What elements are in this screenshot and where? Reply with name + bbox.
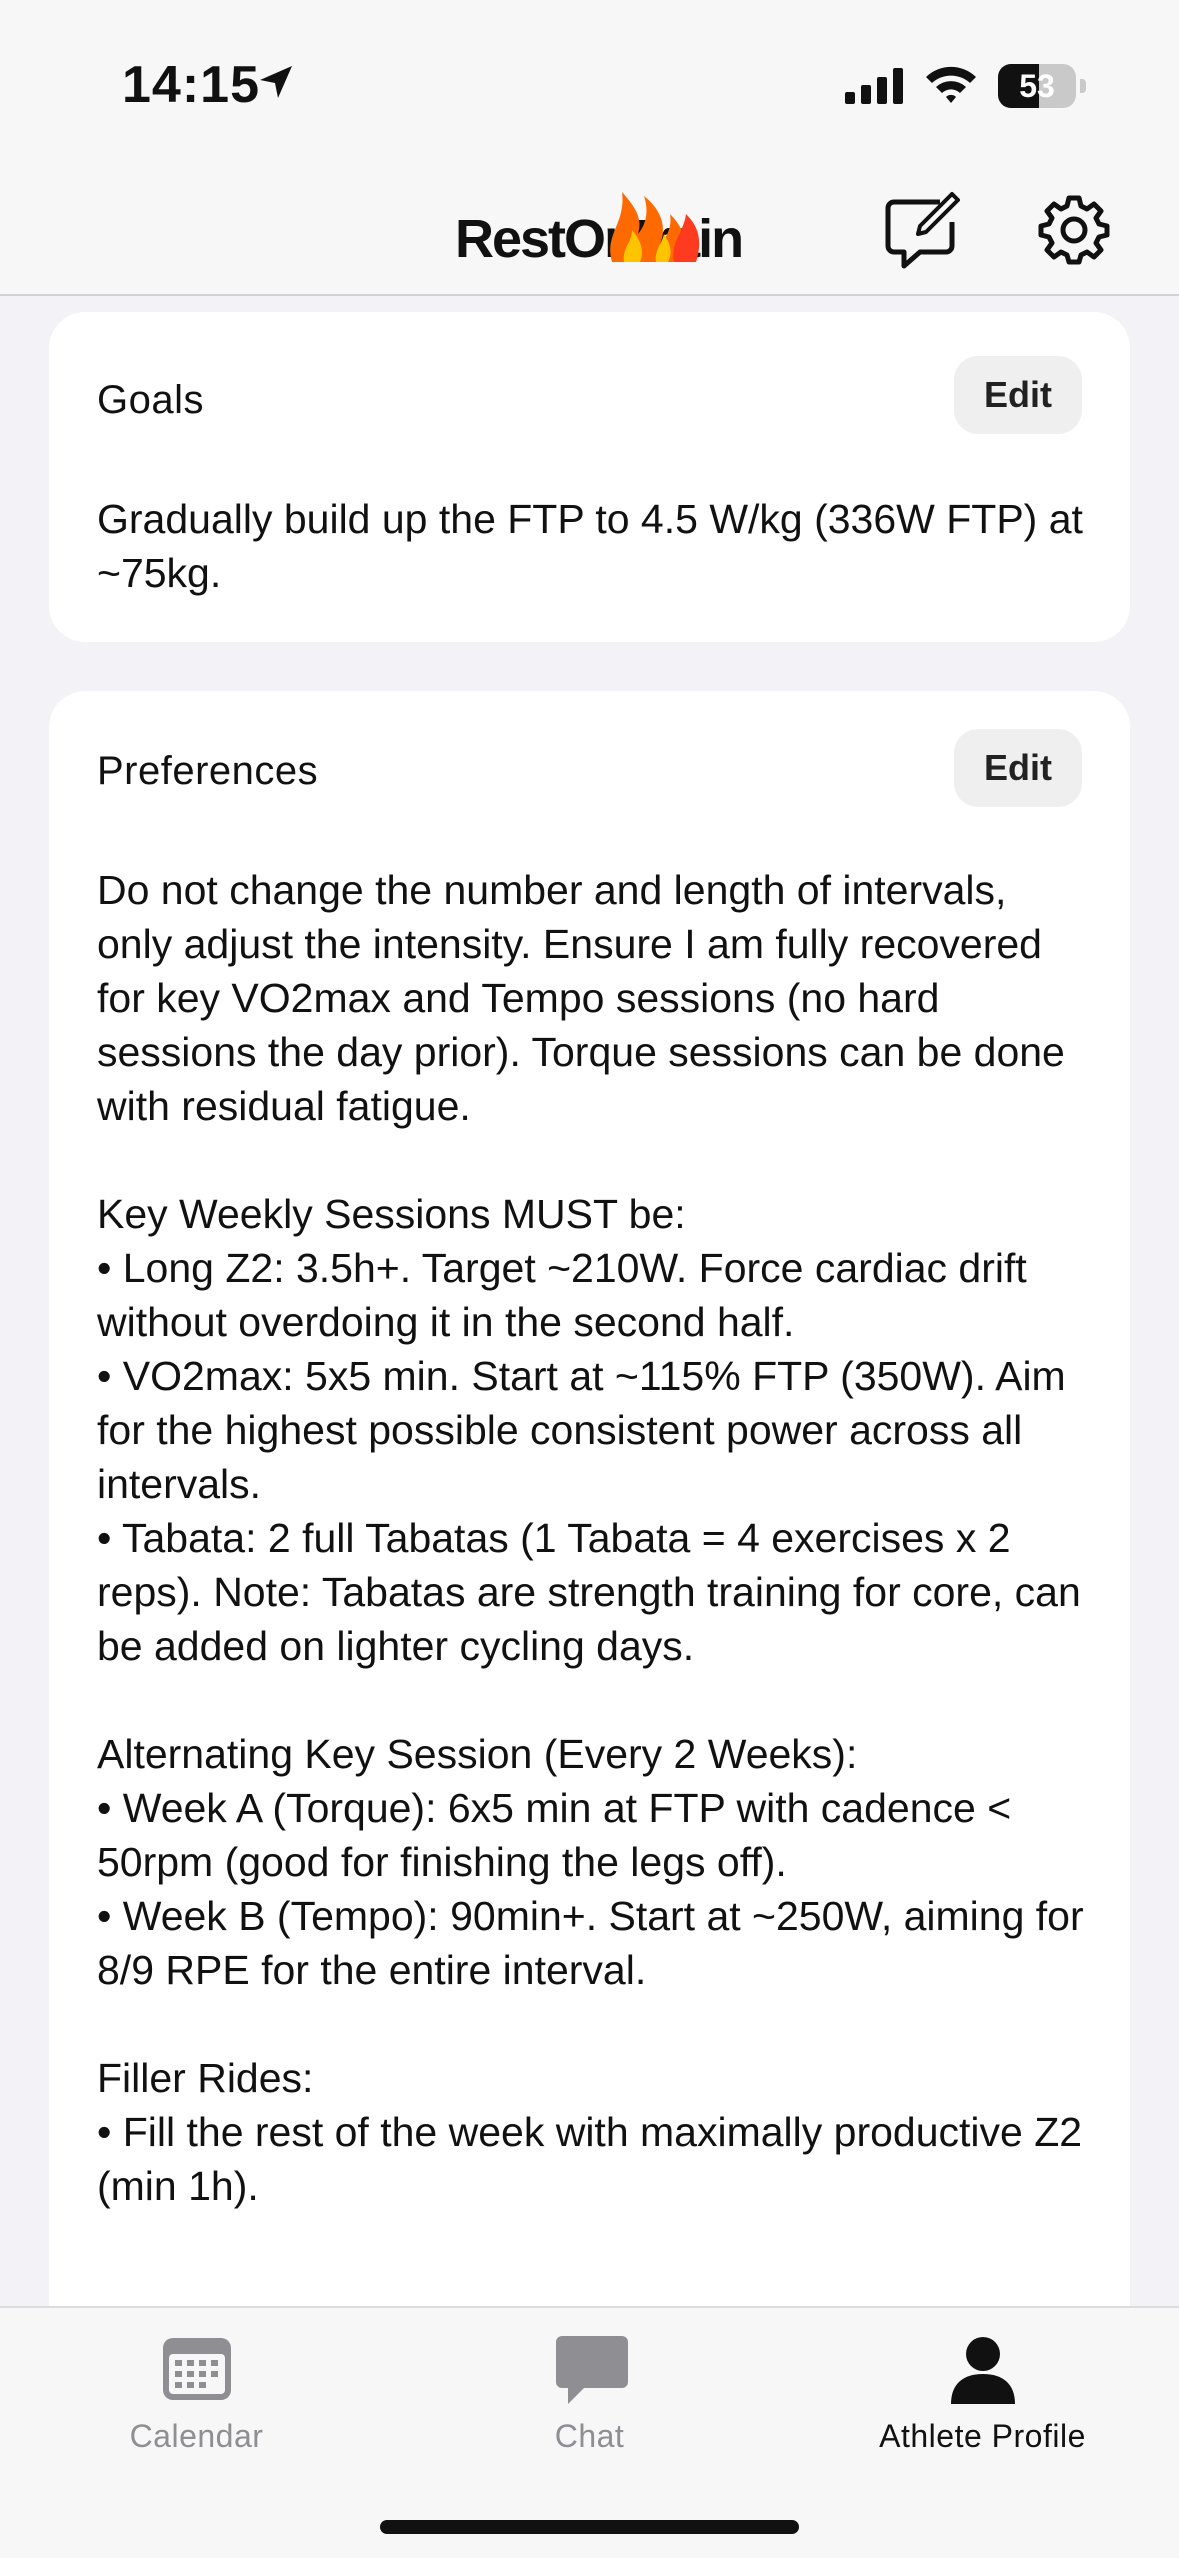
- preferences-card: Preferences Edit Do not change the numbe…: [49, 691, 1130, 2308]
- preferences-text: Do not change the number and length of i…: [97, 867, 1084, 2209]
- status-bar: 14:15 53: [0, 0, 1179, 170]
- tab-athlete-profile[interactable]: Athlete Profile: [786, 2308, 1179, 2468]
- tab-athlete-profile-label: Athlete Profile: [879, 2418, 1086, 2454]
- profile-content[interactable]: Goals Edit Gradually build up the FTP to…: [0, 296, 1179, 2308]
- flame-icon: [610, 192, 700, 262]
- tab-chat-label: Chat: [554, 2418, 625, 2454]
- goals-edit-button[interactable]: Edit: [954, 356, 1082, 434]
- location-arrow-icon: [260, 66, 292, 98]
- calendar-icon: [162, 2338, 231, 2400]
- tab-calendar[interactable]: Calendar: [0, 2308, 393, 2468]
- wifi-icon: [926, 66, 976, 103]
- app-header: RestOrTrain: [0, 170, 1179, 296]
- gear-icon[interactable]: [1036, 192, 1112, 268]
- goals-card: Goals Edit Gradually build up the FTP to…: [49, 312, 1130, 642]
- person-icon: [950, 2337, 1015, 2404]
- cellular-signal-icon: [845, 68, 903, 104]
- status-time: 14:15: [122, 56, 260, 114]
- preferences-edit-button[interactable]: Edit: [954, 729, 1082, 807]
- tab-chat[interactable]: Chat: [393, 2308, 786, 2468]
- home-indicator[interactable]: [380, 2520, 799, 2534]
- battery-indicator: 53: [998, 64, 1076, 108]
- preferences-title: Preferences: [97, 749, 319, 793]
- compose-icon[interactable]: [880, 188, 964, 272]
- battery-tip: [1080, 79, 1086, 93]
- goals-text: Gradually build up the FTP to 4.5 W/kg (…: [97, 496, 1083, 596]
- chat-icon: [555, 2336, 628, 2404]
- goals-title: Goals: [97, 378, 204, 422]
- tab-calendar-label: Calendar: [129, 2418, 264, 2454]
- battery-level: 53: [1019, 68, 1055, 104]
